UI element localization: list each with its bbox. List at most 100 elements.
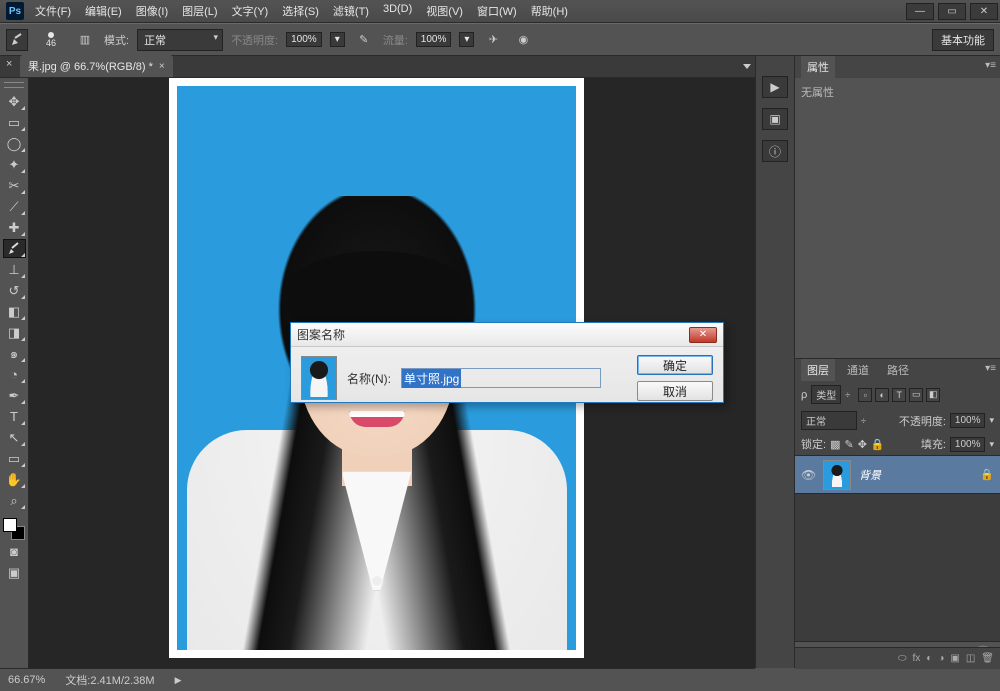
marquee-tool[interactable]: ▭ (3, 113, 26, 132)
actions-panel-icon[interactable]: ▣ (762, 108, 788, 130)
brush-preset-picker[interactable]: 46 (36, 32, 66, 48)
flow-dropdown-icon[interactable]: ▾ (459, 32, 474, 47)
docinfo-arrow-icon[interactable]: ▶ (175, 675, 182, 686)
dialog-close-button[interactable]: ✕ (689, 327, 717, 343)
close-button[interactable]: ✕ (970, 3, 998, 20)
menu-window[interactable]: 窗口(W) (472, 1, 522, 21)
menu-type[interactable]: 文字(Y) (227, 1, 274, 21)
tab-layers[interactable]: 图层 (801, 359, 835, 381)
filter-shape-icon[interactable]: ▭ (909, 388, 923, 402)
brush-tool[interactable] (3, 239, 26, 258)
layer-row-background[interactable]: 👁 背景 🔒 (795, 456, 1000, 494)
dialog-titlebar[interactable]: 图案名称 ✕ (291, 323, 723, 347)
document-tab[interactable]: 果.jpg @ 66.7%(RGB/8) * × (20, 55, 173, 77)
foreground-color-icon[interactable] (3, 518, 17, 532)
layers-panel-menu-icon[interactable]: ▾≡ (985, 363, 996, 374)
menu-image[interactable]: 图像(I) (131, 1, 173, 21)
info-panel-icon[interactable]: ⓘ (762, 140, 788, 162)
menu-filter[interactable]: 滤镜(T) (328, 1, 374, 21)
lasso-tool[interactable]: ◯ (3, 134, 26, 153)
healing-brush-tool[interactable]: ✚ (3, 218, 26, 237)
menu-file[interactable]: 文件(F) (30, 1, 76, 21)
blend-arrow-icon[interactable]: ÷ (861, 416, 866, 426)
magic-wand-tool[interactable]: ✦ (3, 155, 26, 174)
brush-panel-icon[interactable]: ▥ (74, 29, 96, 51)
menu-view[interactable]: 视图(V) (421, 1, 468, 21)
menu-select[interactable]: 选择(S) (277, 1, 324, 21)
history-brush-tool[interactable]: ↺ (3, 281, 26, 300)
color-swatches[interactable] (3, 518, 25, 540)
layer-lock-icon[interactable]: 🔒 (980, 468, 994, 481)
rectangle-tool[interactable]: ▭ (3, 449, 26, 468)
workspace-switcher[interactable]: 基本功能 (932, 29, 994, 51)
filter-type-icon[interactable]: T (892, 388, 906, 402)
minimize-button[interactable]: — (906, 3, 934, 20)
ok-button[interactable]: 确定 (637, 355, 713, 375)
current-tool-icon[interactable] (6, 29, 28, 51)
lock-all-icon[interactable]: 🔒 (871, 438, 885, 451)
lock-pixels-icon[interactable]: ✎ (844, 438, 853, 451)
pressure-opacity-icon[interactable]: ✎ (353, 29, 375, 51)
tab-channels[interactable]: 通道 (841, 359, 875, 381)
layer-thumbnail[interactable] (823, 460, 851, 490)
blur-tool[interactable]: ๑ (3, 344, 26, 363)
lock-transparency-icon[interactable]: ▩ (830, 438, 840, 451)
fill-arrow-icon[interactable]: ▾ (989, 439, 994, 450)
screen-mode-icon[interactable]: ▣ (3, 563, 26, 582)
filter-smart-icon[interactable]: ◧ (926, 388, 940, 402)
stamp-tool[interactable]: ⊥ (3, 260, 26, 279)
name-input[interactable]: 单寸照.jpg (401, 368, 601, 388)
delete-layer-icon[interactable]: 🗑 (981, 653, 994, 664)
pressure-size-icon[interactable]: ◉ (512, 29, 534, 51)
layer-blend-mode-select[interactable]: 正常 (801, 411, 857, 430)
eyedropper-tool[interactable]: ⟋ (3, 197, 26, 216)
airbrush-icon[interactable]: ✈ (482, 29, 504, 51)
visibility-toggle-icon[interactable]: 👁 (801, 468, 815, 482)
blend-mode-select[interactable]: 正常 (137, 29, 223, 51)
layers-panel-footer: ⬭ fx ◐ ◑ ▣ ◫ 🗑 (795, 647, 1000, 669)
layer-opacity-value[interactable]: 100% (950, 413, 986, 428)
move-tool[interactable]: ✥ (3, 92, 26, 111)
doc-info[interactable]: 文档:2.41M/2.38M (65, 672, 154, 688)
filter-kind-arrow-icon[interactable]: ÷ (845, 390, 850, 400)
quick-mask-icon[interactable]: ◙ (3, 542, 26, 561)
zoom-level[interactable]: 66.67% (8, 674, 45, 686)
group-icon[interactable]: ▣ (950, 653, 959, 664)
type-tool[interactable]: T (3, 407, 26, 426)
maximize-button[interactable]: ▭ (938, 3, 966, 20)
menu-layer[interactable]: 图层(L) (177, 1, 222, 21)
flow-value[interactable]: 100% (416, 32, 452, 47)
pen-tool[interactable]: ✒ (3, 386, 26, 405)
new-layer-icon[interactable]: ◫ (966, 653, 975, 664)
zoom-tool[interactable]: ⌕ (3, 491, 26, 510)
cancel-button[interactable]: 取消 (637, 381, 713, 401)
tab-properties[interactable]: 属性 (801, 56, 835, 78)
menu-help[interactable]: 帮助(H) (526, 1, 573, 21)
hand-tool[interactable]: ✋ (3, 470, 26, 489)
lock-position-icon[interactable]: ✥ (858, 438, 867, 451)
gradient-tool[interactable]: ◨ (3, 323, 26, 342)
opacity-value[interactable]: 100% (286, 32, 322, 47)
mask-icon[interactable]: ◐ (926, 653, 932, 664)
link-layers-icon[interactable]: ⬭ (898, 653, 907, 664)
eraser-tool[interactable]: ◧ (3, 302, 26, 321)
menu-edit[interactable]: 编辑(E) (80, 1, 127, 21)
opacity-arrow-icon[interactable]: ▾ (989, 415, 994, 426)
layer-name[interactable]: 背景 (859, 467, 972, 483)
fill-value[interactable]: 100% (950, 437, 986, 452)
menu-3d[interactable]: 3D(D) (378, 1, 417, 21)
menu-bar: 文件(F) 编辑(E) 图像(I) 图层(L) 文字(Y) 选择(S) 滤镜(T… (30, 1, 904, 21)
path-selection-tool[interactable]: ↖ (3, 428, 26, 447)
filter-kind-select[interactable]: 类型 (811, 385, 841, 404)
opacity-dropdown-icon[interactable]: ▾ (330, 32, 345, 47)
tab-close-icon[interactable]: × (159, 61, 165, 72)
panel-menu-icon[interactable]: ▾≡ (985, 60, 996, 71)
filter-pixel-icon[interactable]: ▫ (858, 388, 872, 402)
fx-icon[interactable]: fx (913, 653, 921, 664)
dodge-tool[interactable]: ◔ (3, 365, 26, 384)
adjustment-layer-icon[interactable]: ◑ (938, 653, 944, 664)
tab-paths[interactable]: 路径 (881, 359, 915, 381)
filter-adjust-icon[interactable]: ◐ (875, 388, 889, 402)
history-panel-icon[interactable]: ▶ (762, 76, 788, 98)
crop-tool[interactable]: ✂ (3, 176, 26, 195)
